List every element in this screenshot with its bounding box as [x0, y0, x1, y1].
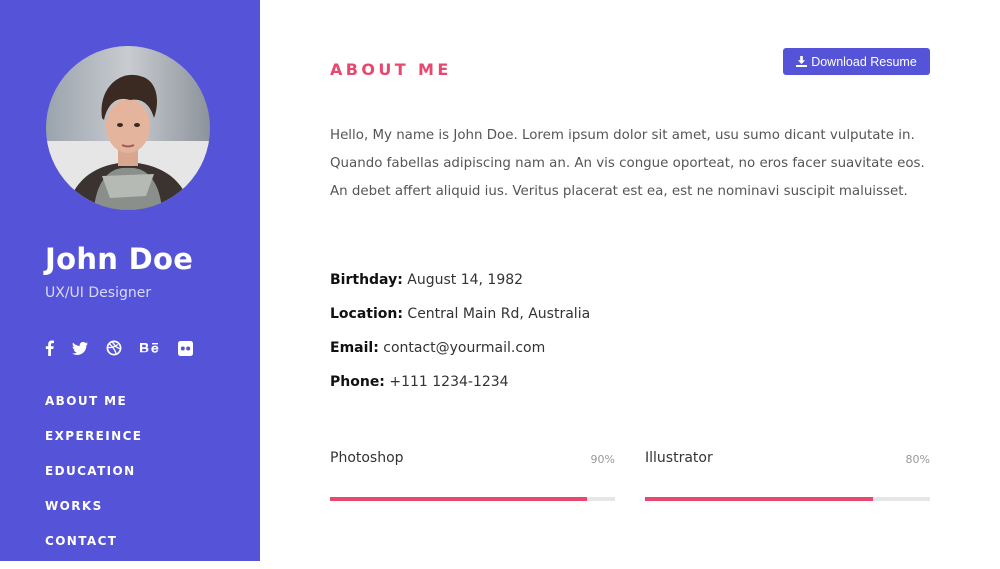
avatar — [46, 46, 210, 210]
flickr-icon[interactable] — [178, 339, 193, 357]
info-location-label: Location: — [330, 306, 403, 322]
section-title: ABOUT ME — [330, 60, 452, 79]
nav-item-about-me[interactable]: ABOUT ME — [45, 394, 142, 429]
nav-item-contact[interactable]: CONTACT — [45, 534, 142, 569]
skill-progress-track — [330, 497, 615, 501]
skill-name: Photoshop — [330, 450, 404, 466]
download-resume-label: Download Resume — [811, 54, 917, 69]
nav-item-works[interactable]: WORKS — [45, 499, 142, 534]
profile-name: John Doe — [45, 242, 194, 276]
info-phone: Phone: +111 1234-1234 — [330, 374, 590, 408]
info-birthday: Birthday: August 14, 1982 — [330, 272, 590, 306]
info-birthday-value: August 14, 1982 — [407, 272, 524, 288]
facebook-icon[interactable] — [45, 339, 54, 357]
skill-progress-bar — [645, 497, 873, 501]
sidebar: John Doe UX/UI Designer ABOUT ME EXPEREI… — [0, 0, 260, 561]
info-birthday-label: Birthday: — [330, 272, 403, 288]
info-email-value: contact@yourmail.com — [383, 340, 546, 356]
profile-role: UX/UI Designer — [45, 285, 152, 301]
skill-name: Illustrator — [645, 450, 713, 466]
nav-item-experience[interactable]: EXPEREINCE — [45, 429, 142, 464]
download-icon — [796, 56, 808, 67]
main-content: ABOUT ME Download Resume Hello, My name … — [260, 0, 1000, 561]
sidebar-nav: ABOUT ME EXPEREINCE EDUCATION WORKS CONT… — [45, 394, 142, 569]
nav-item-education[interactable]: EDUCATION — [45, 464, 142, 499]
twitter-icon[interactable] — [72, 339, 88, 357]
skill-photoshop: Photoshop 90% — [330, 448, 615, 504]
behance-icon[interactable] — [140, 339, 160, 357]
info-phone-value: +111 1234-1234 — [389, 374, 509, 390]
info-email: Email: contact@yourmail.com — [330, 340, 590, 374]
personal-info: Birthday: August 14, 1982 Location: Cent… — [330, 272, 590, 408]
info-phone-label: Phone: — [330, 374, 385, 390]
info-location-value: Central Main Rd, Australia — [407, 306, 591, 322]
about-text: Hello, My name is John Doe. Lorem ipsum … — [330, 128, 925, 199]
download-resume-button[interactable]: Download Resume — [783, 48, 930, 75]
info-email-label: Email: — [330, 340, 379, 356]
info-location: Location: Central Main Rd, Australia — [330, 306, 590, 340]
skill-percent: 90% — [590, 453, 615, 466]
skill-illustrator: Illustrator 80% — [645, 448, 930, 504]
social-links — [45, 338, 211, 358]
skill-progress-track — [645, 497, 930, 501]
skill-progress-bar — [330, 497, 587, 501]
skill-percent: 80% — [905, 453, 930, 466]
dribbble-icon[interactable] — [106, 339, 122, 357]
